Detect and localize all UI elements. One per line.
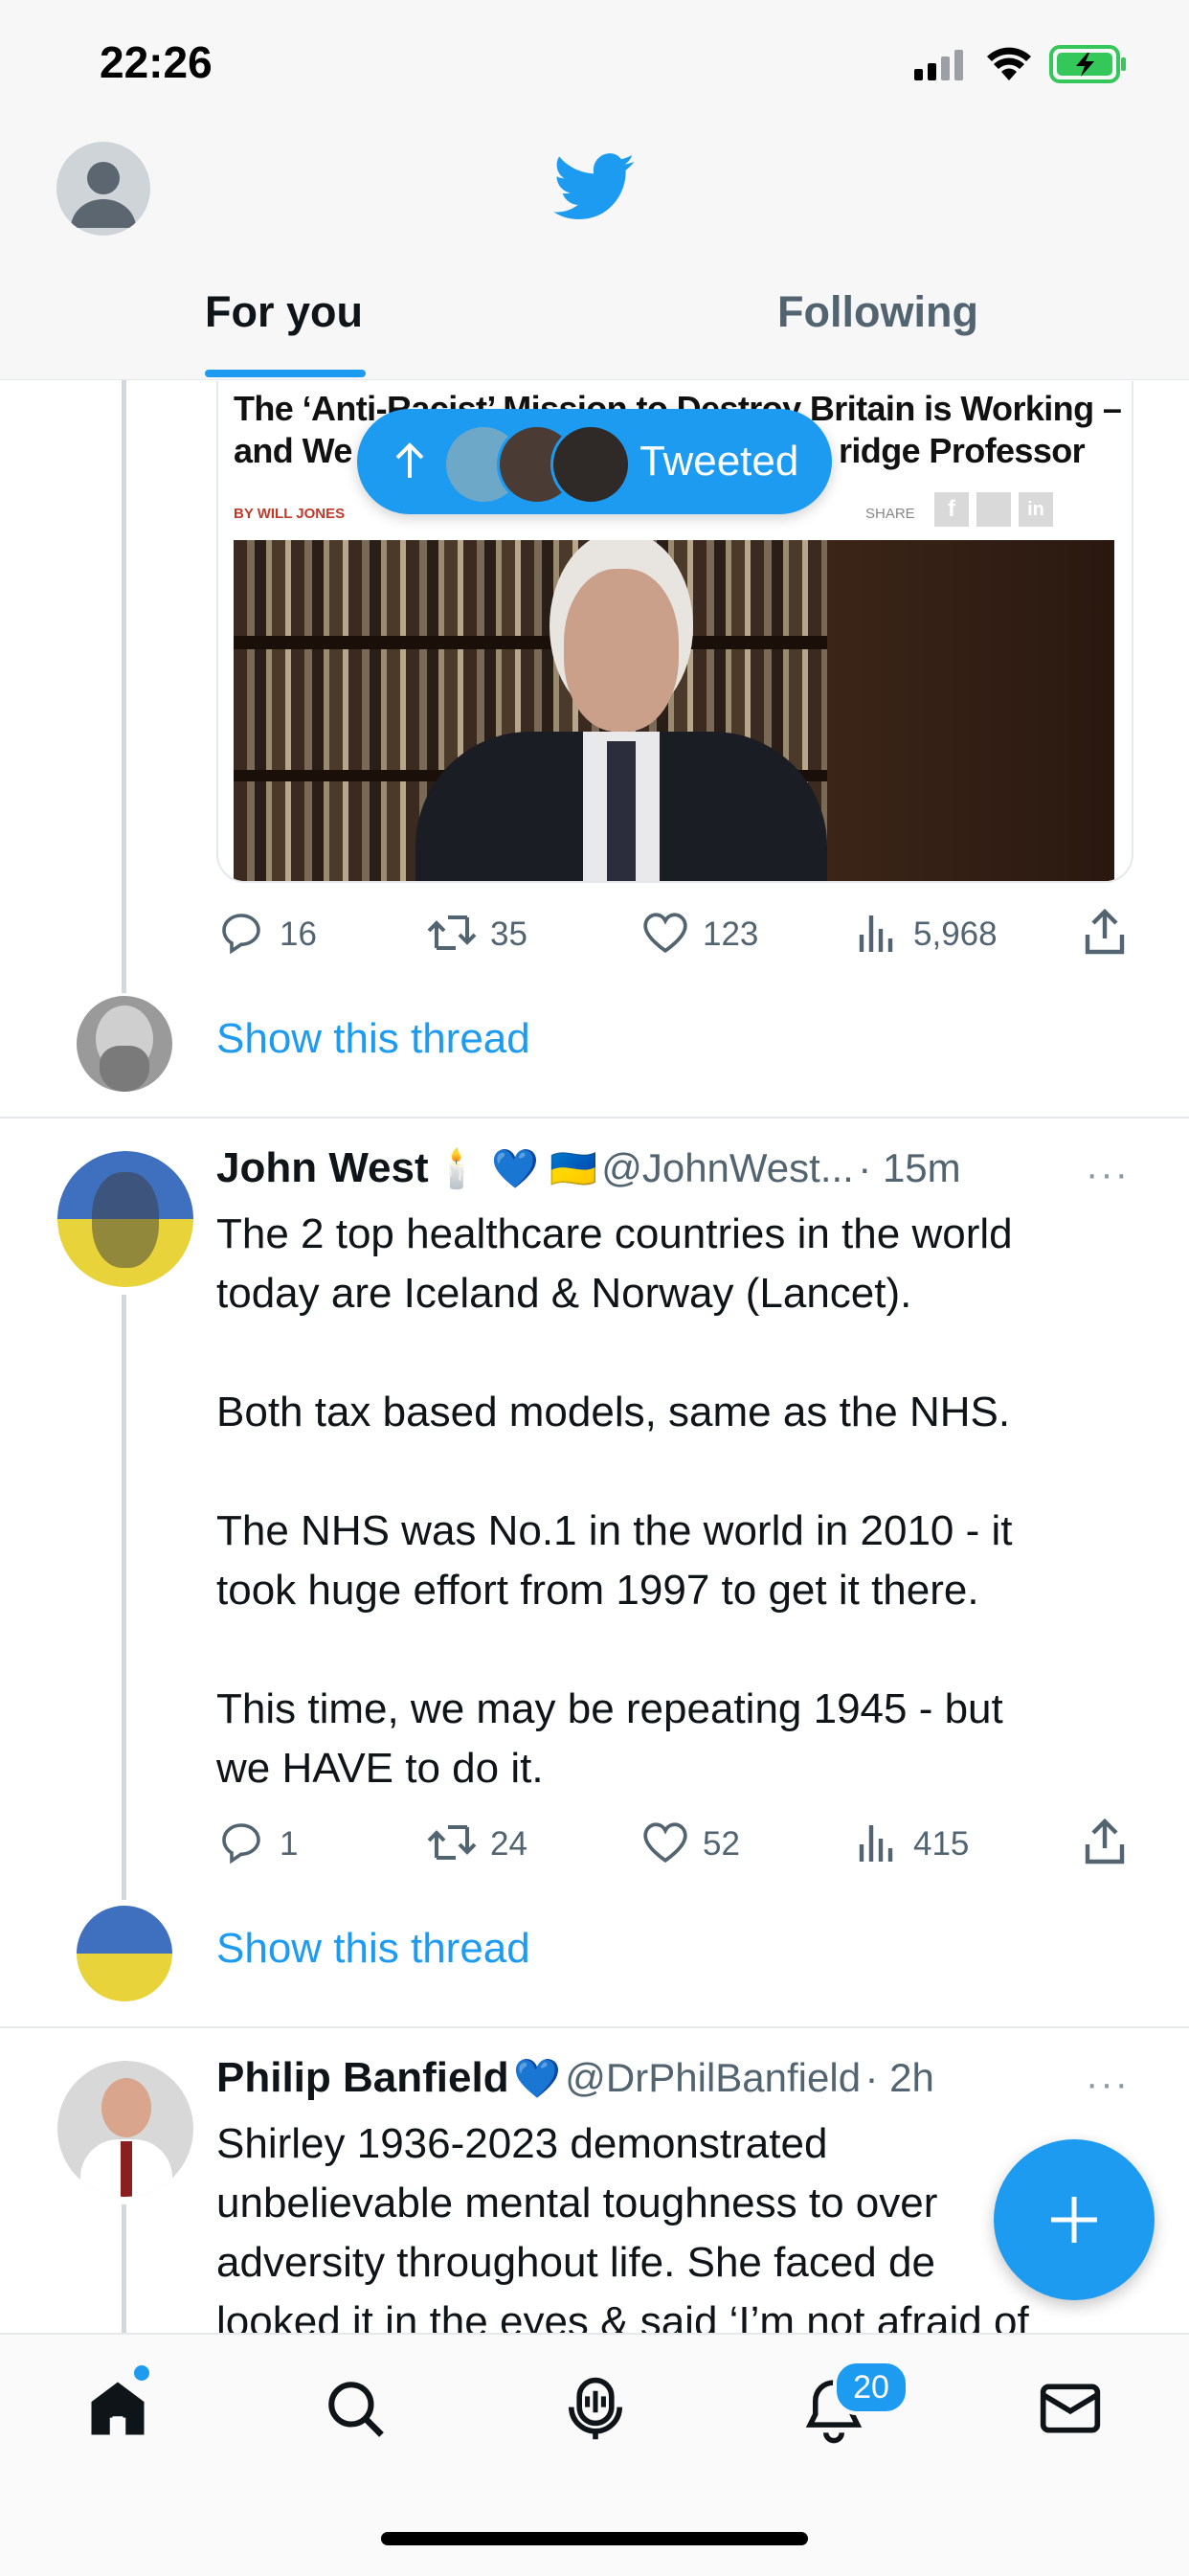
divider [0, 2026, 1189, 2028]
tweet-line: Shirley 1936-2023 demonstrated [216, 2120, 828, 2167]
author-emojis: 💙 [513, 2058, 561, 2100]
top-header: 22:26 For you Following [0, 0, 1189, 380]
thread-line [122, 1295, 126, 1900]
tweet-line: today are Iceland & Norway (Lancet). [216, 1270, 912, 1317]
john-west-avatar[interactable] [57, 1151, 193, 1287]
author-handle[interactable]: @DrPhilBanfield [565, 2055, 861, 2100]
arrow-up-icon [395, 442, 424, 478]
wifi-icon [987, 47, 1031, 80]
tweet-line: took huge effort from 1997 to get it the… [216, 1567, 979, 1614]
signal-icon [914, 50, 968, 80]
pill-label: Tweeted [639, 438, 799, 485]
more-options-icon[interactable]: ··· [1086, 2063, 1130, 2106]
spaces-icon[interactable] [563, 2375, 628, 2442]
views-icon[interactable] [856, 912, 898, 954]
divider [0, 1117, 1189, 1119]
tweet-line: This time, we may be repeating 1945 - bu… [216, 1685, 1003, 1732]
heart-icon[interactable] [641, 1819, 689, 1865]
thread-author-avatar[interactable] [77, 996, 172, 1092]
thread-line [122, 2204, 126, 2333]
facebook-icon: f [934, 492, 969, 527]
author-handle[interactable]: @JohnWest... [601, 1145, 854, 1190]
reply-icon[interactable] [218, 1819, 264, 1865]
philip-banfield-avatar[interactable] [57, 2061, 193, 2197]
search-icon[interactable] [324, 2377, 387, 2440]
retweet-icon[interactable] [425, 1819, 479, 1865]
card-headline-2-right: ridge Professor [839, 431, 1086, 470]
thread-author-avatar[interactable] [77, 1906, 172, 2001]
home-indicator [381, 2532, 808, 2545]
tweet-line: Both tax based models, same as the NHS. [216, 1389, 1011, 1435]
share-icon[interactable] [1084, 1818, 1126, 1865]
tweet-time: · 2h [864, 2055, 934, 2100]
retweet-count: 24 [490, 1825, 527, 1863]
reply-count: 16 [280, 915, 317, 953]
tweet-body: The 2 top healthcare countries in the wo… [216, 1205, 1135, 1798]
views-count: 415 [913, 1825, 970, 1863]
pill-avatar [550, 424, 631, 505]
card-headline-2-left: and We [234, 431, 352, 470]
author-name[interactable]: Philip Banfield [216, 2054, 509, 2101]
like-count: 52 [703, 1825, 740, 1863]
article-photo [234, 540, 1114, 881]
reply-icon[interactable] [218, 910, 264, 956]
home-icon[interactable] [86, 2377, 149, 2440]
views-icon[interactable] [856, 1821, 898, 1864]
tweet-3-header: Philip Banfield 💙 @DrPhilBanfield · 2h [216, 2054, 934, 2102]
battery-icon [1049, 45, 1126, 83]
tab-for-you[interactable]: For you [205, 287, 363, 337]
author-emojis: 🕯️ 💙 🇺🇦 [433, 1148, 597, 1190]
heart-icon[interactable] [641, 910, 689, 956]
twitter-share-icon [976, 492, 1011, 527]
author-name[interactable]: John West [216, 1144, 429, 1191]
new-tweets-pill[interactable]: Tweeted [357, 409, 832, 514]
retweet-count: 35 [490, 915, 527, 953]
card-share-label: SHARE [865, 506, 915, 522]
person-icon [71, 162, 136, 228]
card-byline: BY WILL JONES [234, 506, 346, 522]
bird-logo-icon[interactable] [553, 153, 636, 222]
views-count: 5,968 [913, 915, 998, 953]
tweet-line: The NHS was No.1 in the world in 2010 - … [216, 1507, 1013, 1554]
plus-icon [1051, 2197, 1097, 2243]
bottom-nav: 20 [0, 2333, 1189, 2576]
tab-active-indicator [205, 370, 366, 377]
tweet-2-header: John West 🕯️ 💙 🇺🇦 @JohnWest... · 15m [216, 1144, 961, 1192]
profile-avatar[interactable] [56, 142, 150, 236]
notification-badge: 20 [833, 2360, 909, 2415]
status-time: 22:26 [100, 37, 213, 87]
show-thread-link[interactable]: Show this thread [216, 1015, 530, 1063]
compose-button[interactable] [994, 2139, 1155, 2300]
like-count: 123 [703, 915, 759, 953]
tab-following[interactable]: Following [777, 287, 978, 337]
tweet-line: The 2 top healthcare countries in the wo… [216, 1210, 1013, 1257]
tweet-time: · 15m [858, 1145, 961, 1190]
retweet-icon[interactable] [425, 910, 479, 956]
home-unread-dot [134, 2365, 149, 2381]
mail-icon[interactable] [1038, 2381, 1103, 2436]
show-thread-link[interactable]: Show this thread [216, 1925, 530, 1973]
tweet-line: we HAVE to do it. [216, 1745, 544, 1792]
share-icon[interactable] [1084, 908, 1126, 956]
thread-line [122, 380, 126, 993]
more-options-icon[interactable]: ··· [1086, 1153, 1130, 1196]
linkedin-icon: in [1019, 492, 1053, 527]
reply-count: 1 [280, 1825, 299, 1863]
